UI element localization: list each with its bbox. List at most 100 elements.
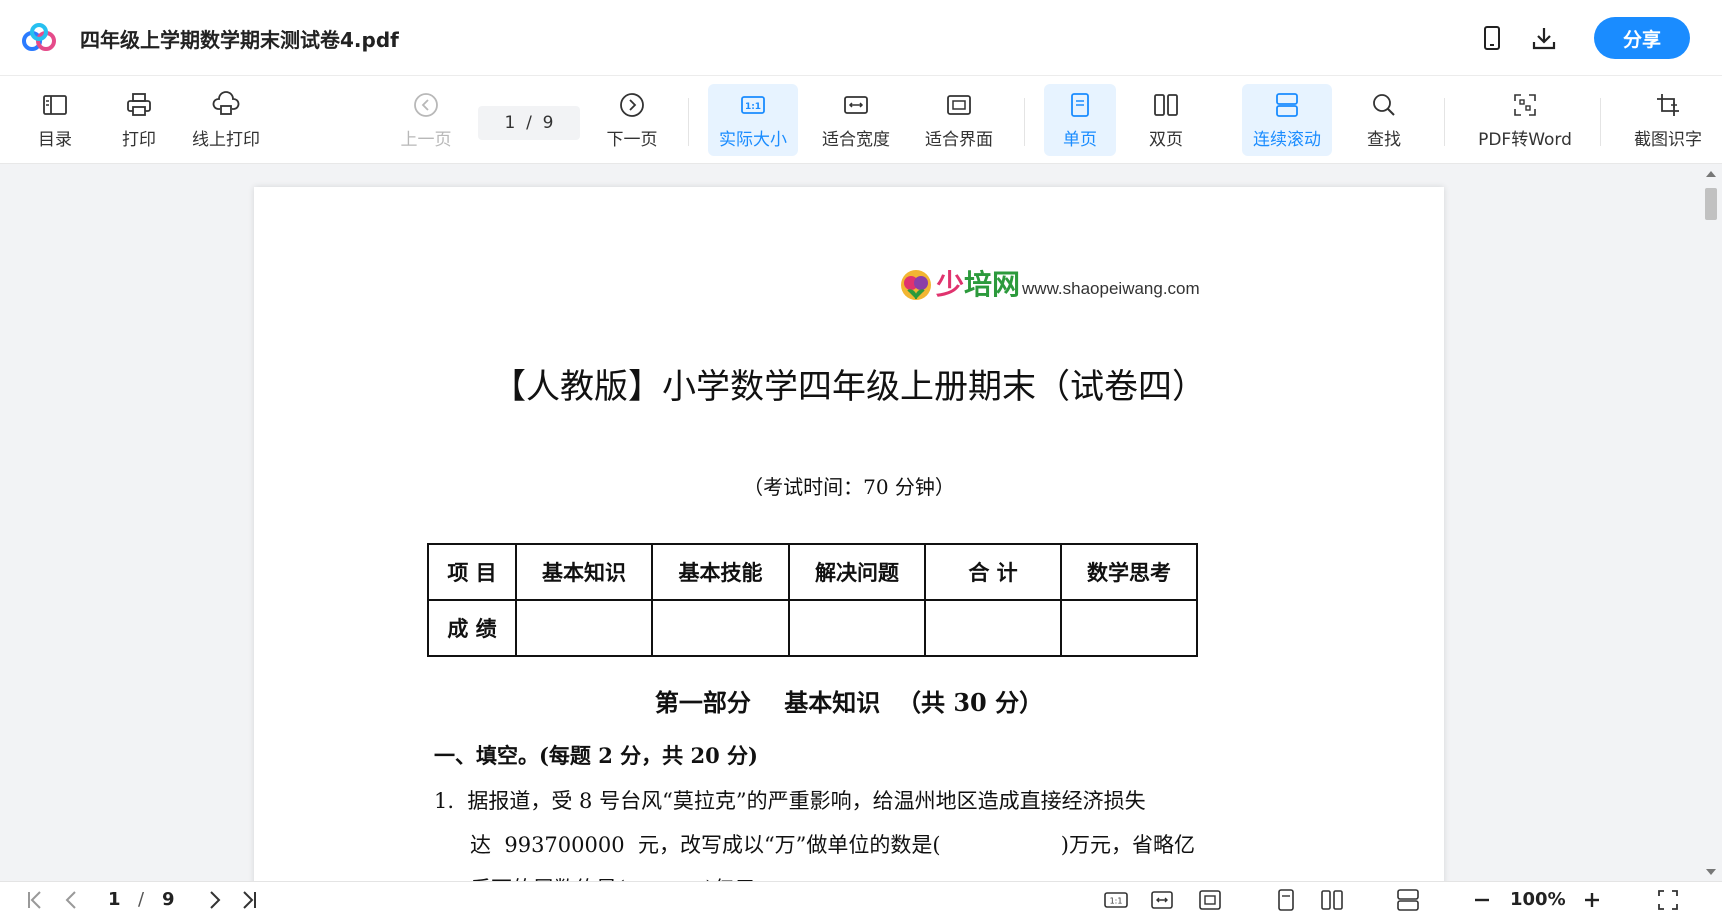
zoom-level[interactable]: 100%	[1510, 889, 1566, 910]
chevron-left-icon	[65, 891, 76, 909]
online-print-label: 线上打印	[192, 129, 260, 150]
single-page-button[interactable]: 单页	[1044, 84, 1116, 156]
single-page-icon	[1071, 92, 1089, 117]
flower-logo-icon	[901, 270, 931, 300]
prev-page-bottom-button[interactable]	[60, 888, 84, 912]
chevron-left-circle-icon	[414, 92, 438, 117]
document-viewer[interactable]: 少培网 www.shaopeiwang.com 【人教版】小学数学四年级上册期末…	[0, 165, 1722, 881]
actual-size-button[interactable]: 1:1 实际大小	[708, 84, 798, 156]
actual-size-icon: 1:1	[741, 95, 765, 114]
online-print-button[interactable]: 线上打印	[186, 84, 266, 156]
table-row: 项 目 基本知识 基本技能 解决问题 合 计 数学思考	[427, 543, 1198, 601]
scroll-down-arrow-icon[interactable]	[1706, 869, 1716, 875]
find-button[interactable]: 查找	[1352, 84, 1416, 156]
double-page-bottom-button[interactable]	[1320, 888, 1344, 912]
fit-page-bottom-button[interactable]	[1198, 888, 1222, 912]
actual-size-icon: 1:1	[1104, 892, 1128, 908]
svg-text:1:1: 1:1	[745, 102, 761, 112]
toc-label: 目录	[38, 129, 72, 150]
print-label: 打印	[122, 129, 156, 150]
table-row: 成 绩	[427, 599, 1198, 657]
fit-page-button[interactable]: 适合界面	[918, 84, 1000, 156]
table-cell: 基本知识	[515, 543, 653, 601]
scrollbar-thumb[interactable]	[1705, 188, 1717, 220]
current-page-number[interactable]: 1	[108, 889, 121, 910]
app-logo-icon	[22, 23, 56, 51]
svg-text:1:1: 1:1	[1110, 897, 1123, 906]
toolbar-divider	[1600, 98, 1601, 146]
print-button[interactable]: 打印	[110, 84, 168, 156]
last-page-button[interactable]	[236, 888, 260, 912]
prev-page-label: 上一页	[400, 129, 452, 150]
toc-button[interactable]: 目录	[26, 84, 84, 156]
table-cell: 合 计	[924, 543, 1062, 601]
table-cell: 项 目	[427, 543, 517, 601]
section-heading: 第一部分 基本知识 （共 30 分）	[654, 688, 1044, 717]
table-cell: 成 绩	[427, 599, 517, 657]
printer-icon	[127, 92, 151, 116]
next-page-label: 下一页	[606, 129, 658, 150]
document-title: 四年级上学期数学期末测试卷4.pdf	[80, 28, 399, 52]
brand-watermark: 少培网 www.shaopeiwang.com	[900, 269, 1200, 301]
fit-page-icon	[1199, 890, 1221, 910]
search-icon	[1373, 93, 1395, 116]
table-cell	[788, 599, 926, 657]
pdf-to-word-button[interactable]: PDF转Word	[1472, 84, 1578, 156]
next-page-bottom-button[interactable]	[202, 888, 226, 912]
first-page-icon	[28, 891, 41, 909]
bottom-bar: 1 / 9 1:1 100%	[0, 881, 1722, 917]
fit-width-button[interactable]: 适合宽度	[816, 84, 896, 156]
table-cell: 数学思考	[1060, 543, 1198, 601]
double-page-button[interactable]: 双页	[1132, 84, 1200, 156]
table-cell	[1060, 599, 1198, 657]
mobile-icon[interactable]	[1466, 14, 1518, 62]
first-page-button[interactable]	[24, 888, 48, 912]
toolbar-divider	[688, 98, 689, 146]
double-page-label: 双页	[1149, 129, 1183, 150]
fit-width-icon	[1151, 891, 1173, 909]
prev-page-button[interactable]: 上一页	[396, 84, 456, 156]
single-page-icon	[1278, 889, 1294, 911]
fit-width-bottom-button[interactable]	[1150, 888, 1174, 912]
pdf-to-word-label: PDF转Word	[1478, 129, 1572, 150]
zoom-in-button[interactable]	[1580, 888, 1604, 912]
table-cell: 解决问题	[788, 543, 926, 601]
double-page-icon	[1154, 93, 1178, 116]
question-text: 达 993700000 元，改写成以“万”做单位的数是( )万元，省略亿	[470, 833, 1195, 857]
fullscreen-button[interactable]	[1656, 888, 1680, 912]
question-text: 1. 据报道，受 8 号台风“莫拉克”的严重影响，给温州地区造成直接经济损失	[434, 789, 1146, 813]
question-heading: 一、填空。(每题 2 分，共 20 分)	[434, 743, 758, 768]
page-number-input[interactable]: 1 / 9	[478, 106, 580, 140]
screenshot-ocr-button[interactable]: 截图识字	[1628, 84, 1708, 156]
scroll-up-arrow-icon[interactable]	[1706, 171, 1716, 177]
title-bar: 四年级上学期数学期末测试卷4.pdf 分享	[0, 0, 1722, 76]
download-icon[interactable]	[1518, 14, 1570, 62]
next-page-button[interactable]: 下一页	[602, 84, 662, 156]
exam-time: （考试时间：70 分钟）	[743, 475, 955, 499]
brand-url: www.shaopeiwang.com	[1022, 279, 1200, 298]
double-page-icon	[1321, 890, 1343, 910]
sidebar-icon	[43, 94, 67, 115]
continuous-scroll-bottom-button[interactable]	[1396, 888, 1420, 912]
pdf-page: 少培网 www.shaopeiwang.com 【人教版】小学数学四年级上册期末…	[254, 187, 1444, 881]
crop-icon	[1657, 93, 1679, 116]
total-page-number: 9	[162, 889, 175, 910]
page-slash: /	[138, 889, 145, 910]
fit-page-icon	[947, 94, 971, 115]
share-button[interactable]: 分享	[1594, 17, 1690, 59]
score-table: 项 目 基本知识 基本技能 解决问题 合 计 数学思考 成 绩	[427, 543, 1198, 657]
continuous-scroll-label: 连续滚动	[1253, 129, 1321, 150]
actual-size-bottom-button[interactable]: 1:1	[1104, 888, 1128, 912]
fit-width-icon	[844, 95, 868, 114]
single-page-bottom-button[interactable]	[1274, 888, 1298, 912]
zoom-out-button[interactable]	[1470, 888, 1494, 912]
continuous-scroll-button[interactable]: 连续滚动	[1242, 84, 1332, 156]
continuous-scroll-icon	[1397, 889, 1419, 911]
table-cell	[924, 599, 1062, 657]
last-page-icon	[243, 891, 256, 909]
table-cell	[515, 599, 653, 657]
plus-icon	[1585, 893, 1599, 907]
fit-page-label: 适合界面	[925, 129, 993, 150]
vertical-scrollbar[interactable]	[1700, 165, 1722, 881]
table-cell	[651, 599, 790, 657]
